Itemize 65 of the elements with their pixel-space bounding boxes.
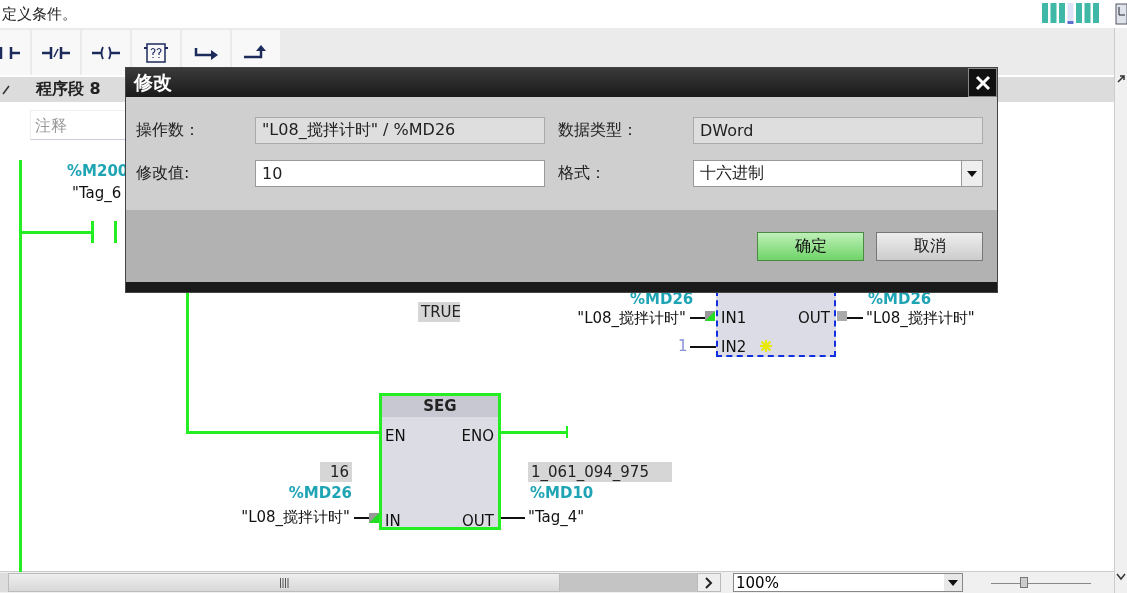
pin-label: ENO: [461, 427, 494, 445]
wire: [690, 346, 716, 348]
value-field[interactable]: 10: [255, 160, 545, 187]
wire: [501, 517, 525, 519]
dialog-title: 修改: [134, 69, 172, 95]
wire: [20, 231, 92, 234]
pin-label: IN1: [721, 309, 747, 327]
contact-tag: "Tag_6: [72, 184, 122, 202]
toolbar-button[interactable]: [82, 30, 130, 75]
ok-button[interactable]: 确定: [757, 231, 864, 261]
operand-address: %MD10: [530, 484, 594, 502]
scroll-right-button[interactable]: [697, 573, 721, 592]
wire: [354, 517, 370, 519]
grip-icon: [279, 577, 289, 588]
wire: [501, 431, 567, 434]
box-title: SEG: [382, 396, 498, 417]
operand-tag: "L08_搅拌计时": [520, 309, 686, 327]
collapse-icon[interactable]: [2, 84, 10, 95]
operand-tag: "Tag_4": [528, 508, 585, 526]
toolbar-button[interactable]: [32, 30, 80, 75]
pin-icon: [705, 311, 715, 321]
operand-value: 1_061_094_975: [528, 462, 672, 482]
status-value: TRUE: [418, 302, 460, 322]
readonly-field[interactable]: "L08_搅拌计时" / %MD26: [255, 117, 545, 144]
pin-label: IN2: [721, 338, 747, 356]
operand-value: 16: [320, 462, 352, 482]
hint-text: 定义条件。: [2, 4, 78, 24]
arrow-icon: [1116, 74, 1126, 84]
pin-label: OUT: [462, 512, 494, 530]
scroll-cap: [0, 573, 8, 592]
window-icon[interactable]: [1115, 3, 1127, 25]
close-icon: [974, 74, 991, 91]
wire-end: [566, 426, 568, 438]
pin-label: OUT: [798, 309, 830, 327]
operand-tag: "L08_搅拌计时": [190, 508, 350, 526]
chevron-right-icon: [705, 576, 713, 589]
operand-address: %MD26: [287, 484, 352, 502]
zoom-slider[interactable]: [991, 576, 1091, 589]
caret-icon: [948, 579, 958, 586]
format-dropdown[interactable]: 十六进制: [693, 160, 983, 187]
instruction-box[interactable]: SEG EN ENO IN OUT: [379, 393, 501, 530]
field-label: 数据类型：: [558, 120, 639, 141]
pin-label: IN: [385, 512, 401, 530]
close-button[interactable]: [968, 68, 997, 97]
pin-icon: [837, 311, 847, 321]
cancel-button[interactable]: 取消: [876, 231, 983, 261]
readonly-field[interactable]: DWord: [693, 117, 983, 144]
field-label: 格式：: [558, 163, 607, 184]
star-icon: [759, 339, 773, 353]
slider-thumb[interactable]: [1020, 576, 1028, 588]
operand-tag: "L08_搅拌计时": [866, 309, 975, 327]
chevron-down-icon: [1116, 573, 1126, 581]
scrollbar-thumb[interactable]: [8, 573, 560, 592]
wire: [690, 317, 706, 319]
pin-label: EN: [385, 427, 406, 445]
operand-value: 1: [678, 337, 688, 355]
pin-icon: [369, 513, 379, 523]
empty-box-icon: [141, 41, 171, 64]
network-title: 程序段 8: [36, 79, 101, 100]
instruction-box[interactable]: IN1 OUT IN2: [716, 290, 836, 357]
field-label: 修改值:: [136, 163, 191, 184]
vertical-scrollbar[interactable]: [1114, 28, 1127, 593]
zoom-dropdown[interactable]: 100%: [733, 573, 963, 592]
caret-icon: [967, 170, 977, 177]
wire: [847, 317, 863, 319]
